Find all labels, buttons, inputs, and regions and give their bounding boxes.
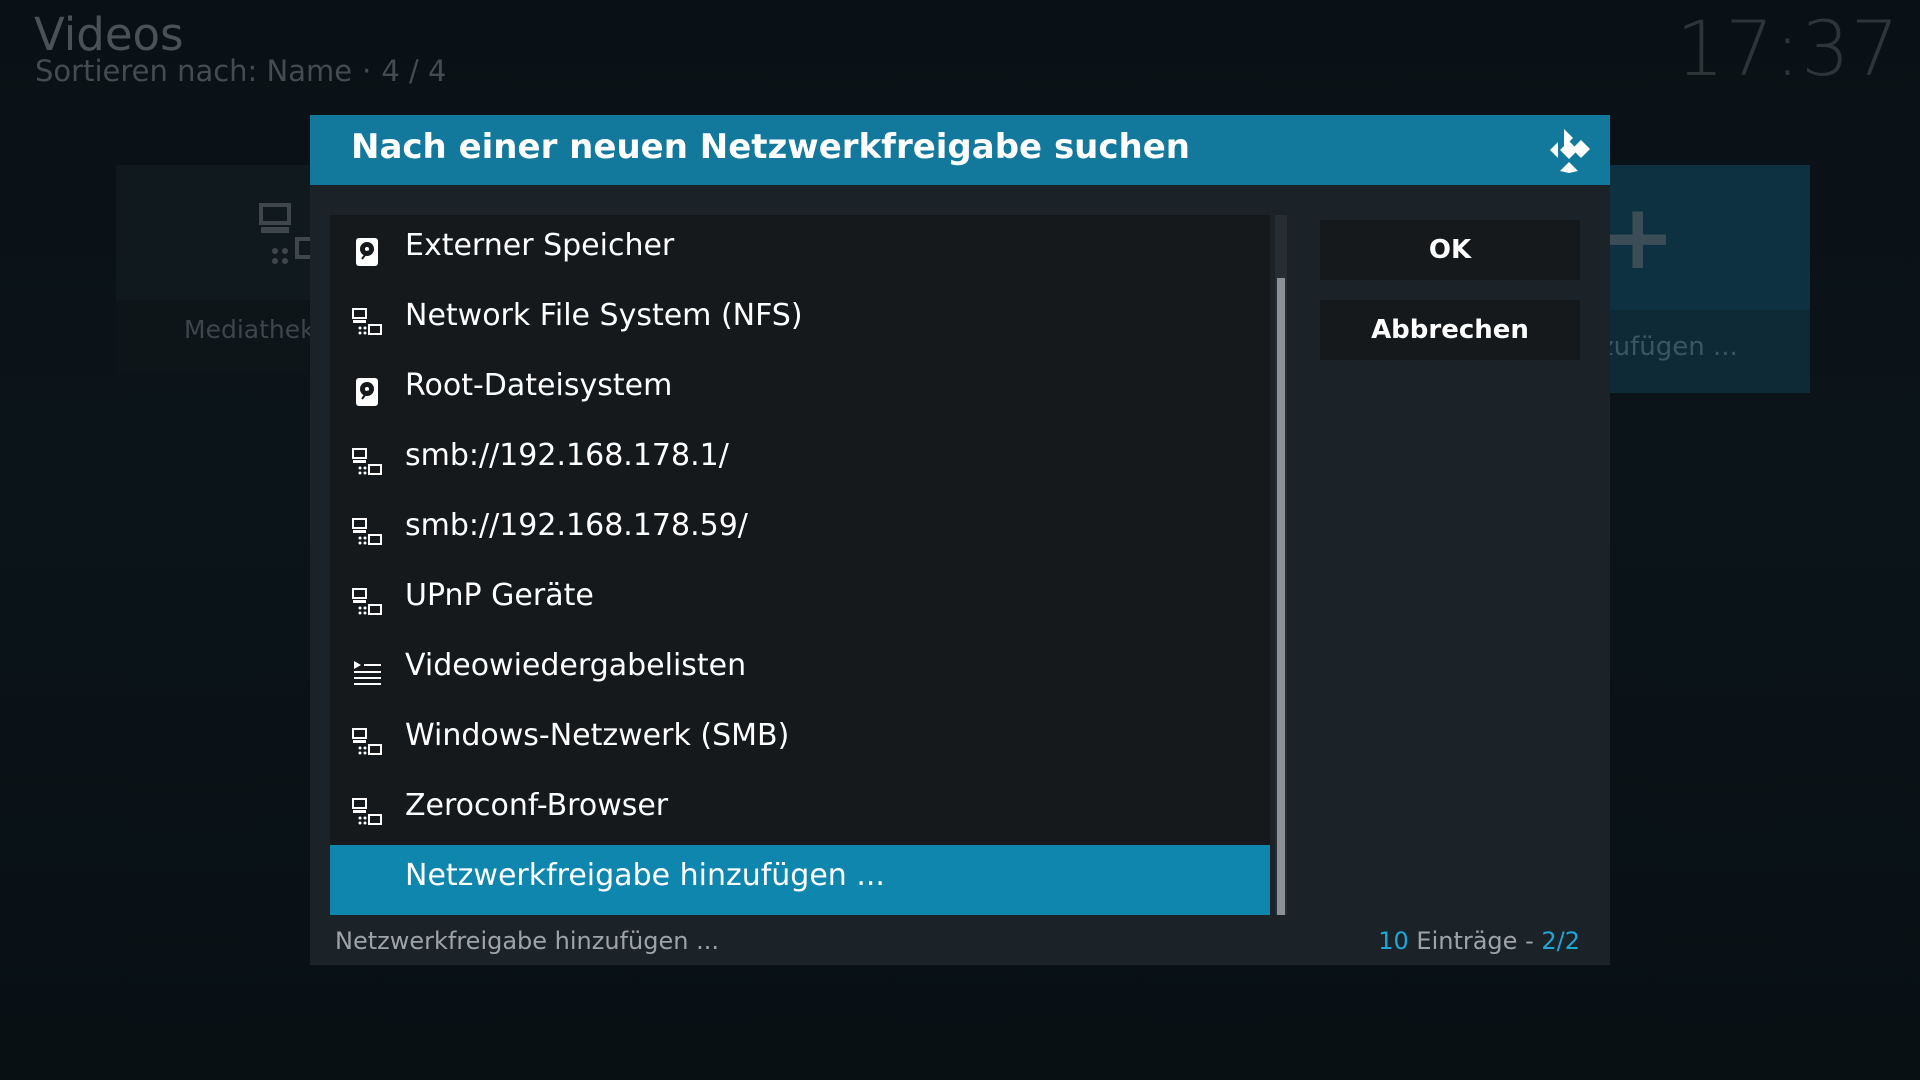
list-item-label: Root-Dateisystem bbox=[405, 368, 673, 403]
network-icon bbox=[352, 798, 382, 825]
list-item[interactable]: Videowiedergabelisten bbox=[330, 635, 1270, 705]
dialog-header: Nach einer neuen Netzwerkfreigabe suchen bbox=[310, 115, 1610, 185]
list-scrollbar[interactable] bbox=[1275, 215, 1287, 915]
list-item[interactable]: Network File System (NFS) bbox=[330, 285, 1270, 355]
list-item[interactable]: Windows-Netzwerk (SMB) bbox=[330, 705, 1270, 775]
item-count: 10 Einträge - 2/2 bbox=[1378, 927, 1580, 955]
separator-dot: · bbox=[362, 54, 372, 88]
list-item-label: UPnP Geräte bbox=[405, 578, 594, 613]
list-item-label: Videowiedergabelisten bbox=[405, 648, 747, 683]
scrollbar-thumb[interactable] bbox=[1277, 278, 1285, 915]
hard-drive-icon bbox=[356, 238, 378, 266]
background-subtitle: Sortieren nach: Name · 4 / 4 bbox=[35, 54, 446, 88]
list-item-label: Zeroconf-Browser bbox=[405, 788, 669, 823]
clock: 17:37 bbox=[1675, 4, 1900, 93]
list-item[interactable]: Root-Dateisystem bbox=[330, 355, 1270, 425]
dialog-title: Nach einer neuen Netzwerkfreigabe suchen bbox=[351, 127, 1191, 167]
network-icon bbox=[352, 588, 382, 615]
list-item[interactable]: Zeroconf-Browser bbox=[330, 775, 1270, 845]
list-item-label: Externer Speicher bbox=[405, 228, 675, 263]
cancel-button[interactable]: Abbrechen bbox=[1320, 300, 1580, 360]
card-label: zufügen ... bbox=[1600, 332, 1738, 362]
list-item[interactable]: Externer Speicher bbox=[330, 215, 1270, 285]
list-item-label: Network File System (NFS) bbox=[405, 298, 803, 333]
sort-label: Sortieren nach: Name bbox=[35, 54, 353, 88]
network-icon bbox=[352, 448, 382, 475]
hard-drive-icon bbox=[356, 378, 378, 406]
background-card-left: MediathekV bbox=[116, 165, 332, 375]
list-item-label: Netzwerkfreigabe hinzufügen ... bbox=[405, 858, 885, 893]
entries-count: 10 bbox=[1378, 927, 1409, 955]
kodi-logo-icon bbox=[1550, 129, 1590, 173]
list-item-selected[interactable]: Netzwerkfreigabe hinzufügen ... bbox=[330, 845, 1270, 915]
page-indicator: 2/2 bbox=[1541, 927, 1580, 955]
network-icon bbox=[352, 308, 382, 335]
ok-button[interactable]: OK bbox=[1320, 220, 1580, 280]
list-item-label: smb://192.168.178.1/ bbox=[405, 438, 729, 473]
list-item[interactable]: smb://192.168.178.59/ bbox=[330, 495, 1270, 565]
network-icon bbox=[352, 518, 382, 545]
source-list: Externer Speicher Network File System (N… bbox=[330, 215, 1270, 915]
entries-text: Einträge - bbox=[1416, 927, 1534, 955]
selected-item-label: Netzwerkfreigabe hinzufügen ... bbox=[335, 927, 719, 955]
list-item-label: Windows-Netzwerk (SMB) bbox=[405, 718, 790, 753]
page-counter: 4 / 4 bbox=[381, 54, 447, 88]
network-icon bbox=[352, 728, 382, 755]
list-item[interactable]: UPnP Geräte bbox=[330, 565, 1270, 635]
list-item-label: smb://192.168.178.59/ bbox=[405, 508, 748, 543]
playlist-icon bbox=[354, 661, 381, 685]
list-item[interactable]: smb://192.168.178.1/ bbox=[330, 425, 1270, 495]
plus-icon: + bbox=[1600, 185, 1676, 290]
background-card-right: + zufügen ... bbox=[1600, 165, 1810, 393]
browse-dialog: Nach einer neuen Netzwerkfreigabe suchen… bbox=[310, 115, 1610, 965]
